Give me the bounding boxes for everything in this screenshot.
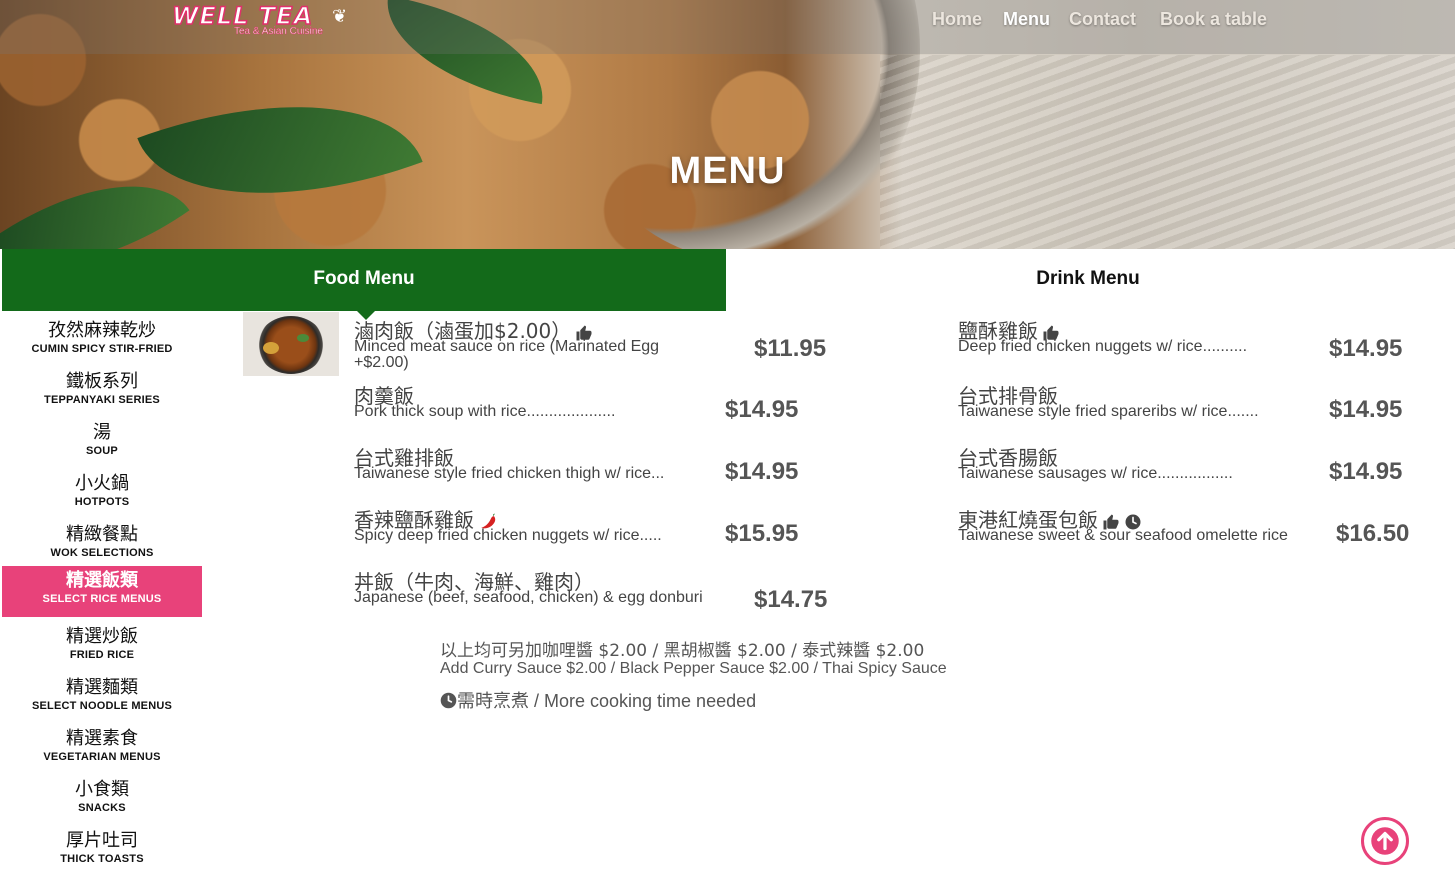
category-cumin-spicy-stir-fried[interactable]: 孜然麻辣乾炒 CUMIN SPICY STIR-FRIED — [2, 316, 202, 367]
category-label-zh: 小火鍋 — [75, 473, 129, 494]
category-label-en: CUMIN SPICY STIR-FRIED — [31, 343, 173, 355]
category-label-en: HOTPOTS — [74, 496, 130, 508]
clock-icon — [440, 692, 457, 709]
cooking-time-note: 需時烹煮 / More cooking time needed — [440, 690, 756, 712]
tab-drink-menu-label: Drink Menu — [1036, 268, 1140, 289]
category-thick-toasts[interactable]: 厚片吐司 THICK TOASTS — [2, 826, 202, 875]
garnish-image — [297, 334, 309, 342]
page-root: WELL TEA Tea & Asian Cuisine ❦ Home Menu… — [0, 0, 1455, 875]
top-navbar: WELL TEA Tea & Asian Cuisine ❦ Home Menu… — [0, 0, 1455, 54]
menu-item-price: $11.95 — [754, 335, 827, 362]
tab-food-menu-label: Food Menu — [313, 268, 415, 289]
category-fried-rice[interactable]: 精選炒飯 FRIED RICE — [2, 622, 202, 673]
category-snacks[interactable]: 小食類 SNACKS — [2, 775, 202, 826]
category-label-zh: 精選炒飯 — [66, 626, 138, 647]
category-label-en: FRIED RICE — [69, 649, 135, 661]
category-label-zh: 湯 — [93, 422, 111, 443]
nav-contact[interactable]: Contact — [1069, 9, 1136, 30]
sauce-note-en: Add Curry Sauce $2.00 / Black Pepper Sau… — [440, 660, 947, 677]
menu-item-price: $14.95 — [1329, 458, 1403, 485]
category-label-en: VEGETARIAN MENUS — [43, 751, 161, 763]
egg-image — [263, 342, 279, 354]
category-label-en: SELECT RICE MENUS — [42, 593, 162, 605]
menu-item-name-en: Taiwanese sausages w/ rice..............… — [958, 465, 1233, 482]
category-select-noodle-menus[interactable]: 精選麵類 SELECT NOODLE MENUS — [2, 673, 202, 724]
menu-item-name-en: Japanese (beef, seafood, chicken) & egg … — [354, 589, 703, 606]
category-label-zh: 精選素食 — [66, 728, 138, 749]
category-label-en: SNACKS — [78, 802, 126, 814]
menu-item-price: $14.95 — [1329, 335, 1403, 362]
category-label-en: WOK SELECTIONS — [50, 547, 154, 559]
category-vegetarian-menus[interactable]: 精選素食 VEGETARIAN MENUS — [2, 724, 202, 775]
menu-item-price: $14.75 — [754, 586, 828, 613]
category-label-en: SELECT NOODLE MENUS — [31, 700, 173, 712]
page-title: MENU — [669, 150, 786, 192]
menu-item-price: $14.95 — [1329, 396, 1403, 423]
menu-item-price: $16.50 — [1336, 520, 1410, 547]
menu-item-name-en: Deep fried chicken nuggets w/ rice......… — [958, 338, 1248, 355]
tab-food-menu[interactable]: Food Menu — [2, 249, 726, 320]
menu-item: 滷肉飯（滷蛋加$2.00） Minced meat sauce on rice … — [354, 318, 834, 374]
category-label-zh: 小食類 — [75, 779, 129, 800]
category-label-zh: 鐵板系列 — [66, 371, 138, 392]
category-label-en: TEPPANYAKI SERIES — [44, 394, 160, 406]
sauce-note-zh: 以上均可另加咖哩醬 $2.00 / 黑胡椒醬 $2.00 / 泰式辣醬 $2.0… — [440, 641, 925, 661]
menu-item: 丼飯（牛肉、海鮮、雞肉） Japanese (beef, seafood, ch… — [354, 569, 834, 629]
category-label-zh: 精選飯類 — [66, 570, 138, 591]
menu-item-name-en: Taiwanese style fried chicken thigh w/ r… — [354, 465, 665, 482]
category-select-rice-menus[interactable]: 精選飯類 SELECT RICE MENUS — [2, 566, 202, 617]
menu-item-price: $14.95 — [725, 396, 799, 423]
nav-home[interactable]: Home — [932, 9, 982, 30]
menu-item: 香辣鹽酥雞飯 Spicy deep fried chicken nuggets … — [354, 507, 814, 551]
menu-item: 鹽酥雞飯 Deep fried chicken nuggets w/ rice.… — [958, 318, 1418, 362]
menu-item-name-en: Minced meat sauce on rice (Marinated Egg… — [354, 338, 660, 371]
category-sidebar: 孜然麻辣乾炒 CUMIN SPICY STIR-FRIED 鐵板系列 TEPPA… — [2, 316, 242, 875]
category-label-en: THICK TOASTS — [60, 853, 144, 865]
menu-item: 台式香腸飯 Taiwanese sausages w/ rice........… — [958, 445, 1418, 489]
hero-banner: WELL TEA Tea & Asian Cuisine ❦ Home Menu… — [0, 0, 1455, 249]
category-teppanyaki-series[interactable]: 鐵板系列 TEPPANYAKI SERIES — [2, 367, 202, 418]
menu-item-name-en: Spicy deep fried chicken nuggets w/ rice… — [354, 527, 662, 544]
category-label-zh: 厚片吐司 — [66, 830, 138, 851]
back-to-top-button[interactable] — [1361, 817, 1409, 865]
nav-book-a-table[interactable]: Book a table — [1160, 9, 1267, 30]
menu-item: 肉羹飯 Pork thick soup with rice...........… — [354, 383, 814, 427]
menu-item-name-en: Pork thick soup with rice...............… — [354, 403, 616, 420]
menu-item-price: $15.95 — [725, 520, 799, 547]
menu-item-name-en: Taiwanese style fried spareribs w/ rice.… — [958, 403, 1259, 420]
category-label-zh: 精選麵類 — [66, 677, 138, 698]
menu-item: 台式雞排飯 Taiwanese style fried chicken thig… — [354, 445, 814, 489]
arrow-up-icon — [1371, 827, 1399, 855]
category-label-zh: 孜然麻辣乾炒 — [48, 320, 156, 341]
menu-item: 東港紅燒蛋包飯 Taiwanese sweet & sour seafood o… — [958, 507, 1428, 551]
category-hotpots[interactable]: 小火鍋 HOTPOTS — [2, 469, 202, 520]
main-nav: Home Menu Contact Book a table — [0, 9, 1455, 33]
menu-item-name-en: Taiwanese sweet & sour seafood omelette … — [958, 527, 1288, 544]
dish-photo-braised-pork-rice[interactable] — [243, 312, 339, 376]
menu-item-price: $14.95 — [725, 458, 799, 485]
nav-menu[interactable]: Menu — [1003, 9, 1050, 30]
category-label-zh: 精緻餐點 — [66, 524, 138, 545]
category-soup[interactable]: 湯 SOUP — [2, 418, 202, 469]
category-label-en: SOUP — [86, 445, 118, 457]
menu-item: 台式排骨飯 Taiwanese style fried spareribs w/… — [958, 383, 1418, 427]
category-wok-selections[interactable]: 精緻餐點 WOK SELECTIONS — [2, 520, 202, 571]
tab-drink-menu[interactable]: Drink Menu — [726, 249, 1450, 311]
